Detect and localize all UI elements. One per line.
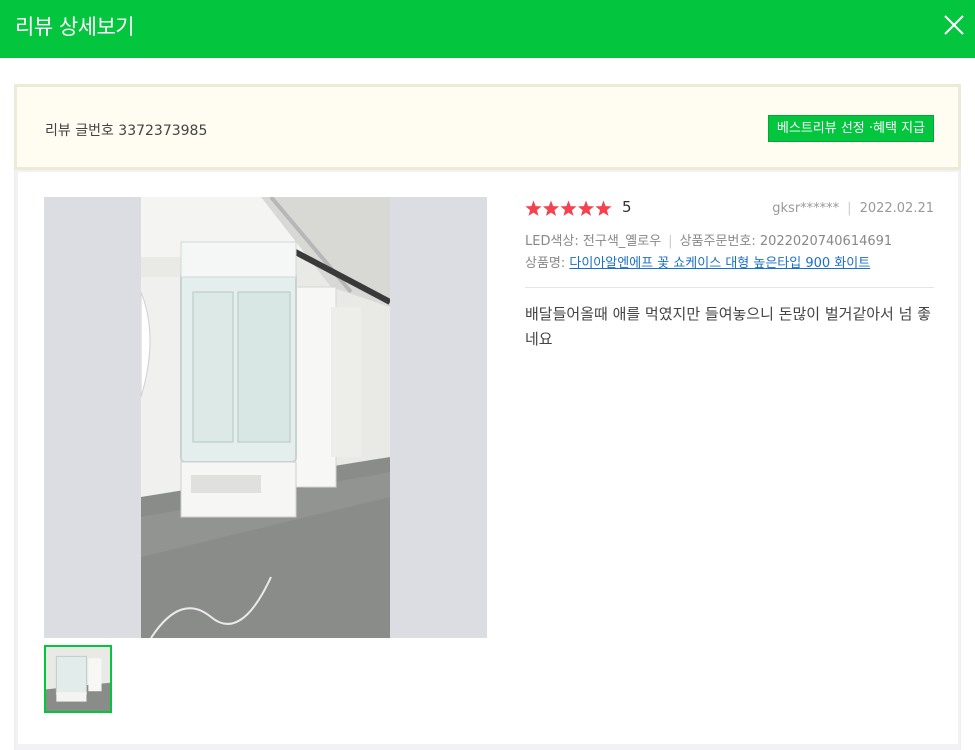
modal-header: 리뷰 상세보기 bbox=[0, 0, 975, 58]
star-icon bbox=[525, 200, 542, 216]
review-photo bbox=[141, 197, 390, 638]
rating-row: 5 gksr****** | 2022.02.21 bbox=[525, 197, 934, 223]
close-icon[interactable] bbox=[943, 14, 965, 36]
review-content: 5 gksr****** | 2022.02.21 LED색상: 전구색_옐로우 | 상… bbox=[18, 172, 958, 744]
review-meta: 5 gksr****** | 2022.02.21 LED색상: 전구색_옐로우 | 상… bbox=[525, 197, 934, 352]
review-photo-viewer bbox=[44, 197, 487, 638]
order-number: 상품주문번호: 2022020740614691 bbox=[679, 234, 893, 249]
review-info-bar: 리뷰 글번호 3372373985 베스트리뷰 선정 ·혜택 지급 bbox=[14, 84, 961, 170]
author-id: gksr****** bbox=[772, 201, 840, 216]
rating-score: 5 bbox=[622, 198, 632, 216]
best-review-button[interactable]: 베스트리뷰 선정 ·혜택 지급 bbox=[767, 115, 934, 142]
star-icon bbox=[542, 200, 560, 216]
product-name-row: 상품명: 다이아알엔에프 꽃 쇼케이스 대형 높은타입 900 화이트 bbox=[525, 253, 934, 275]
review-date: 2022.02.21 bbox=[859, 201, 934, 216]
option-label: LED색상: 전구색_옐로우 bbox=[525, 234, 662, 249]
author-info: gksr****** | 2022.02.21 bbox=[772, 201, 934, 216]
product-link[interactable]: 다이아알엔에프 꽃 쇼케이스 대형 높은타입 900 화이트 bbox=[569, 256, 870, 271]
photo-thumbnail[interactable] bbox=[44, 645, 112, 713]
review-number: 리뷰 글번호 3372373985 bbox=[45, 123, 208, 139]
review-text: 배달들어올때 애를 먹였지만 들여놓으니 돈많이 벌거같아서 넘 좋네요 bbox=[525, 305, 931, 348]
product-prefix: 상품명: bbox=[525, 256, 566, 271]
star-icon bbox=[560, 200, 577, 216]
divider bbox=[525, 287, 934, 288]
modal-title: 리뷰 상세보기 bbox=[15, 15, 135, 39]
star-icon bbox=[577, 200, 595, 216]
star-icon bbox=[595, 200, 612, 216]
rating-stars-icon bbox=[525, 200, 612, 216]
product-options: LED색상: 전구색_옐로우 | 상품주문번호: 2022020740614691 bbox=[525, 234, 893, 249]
